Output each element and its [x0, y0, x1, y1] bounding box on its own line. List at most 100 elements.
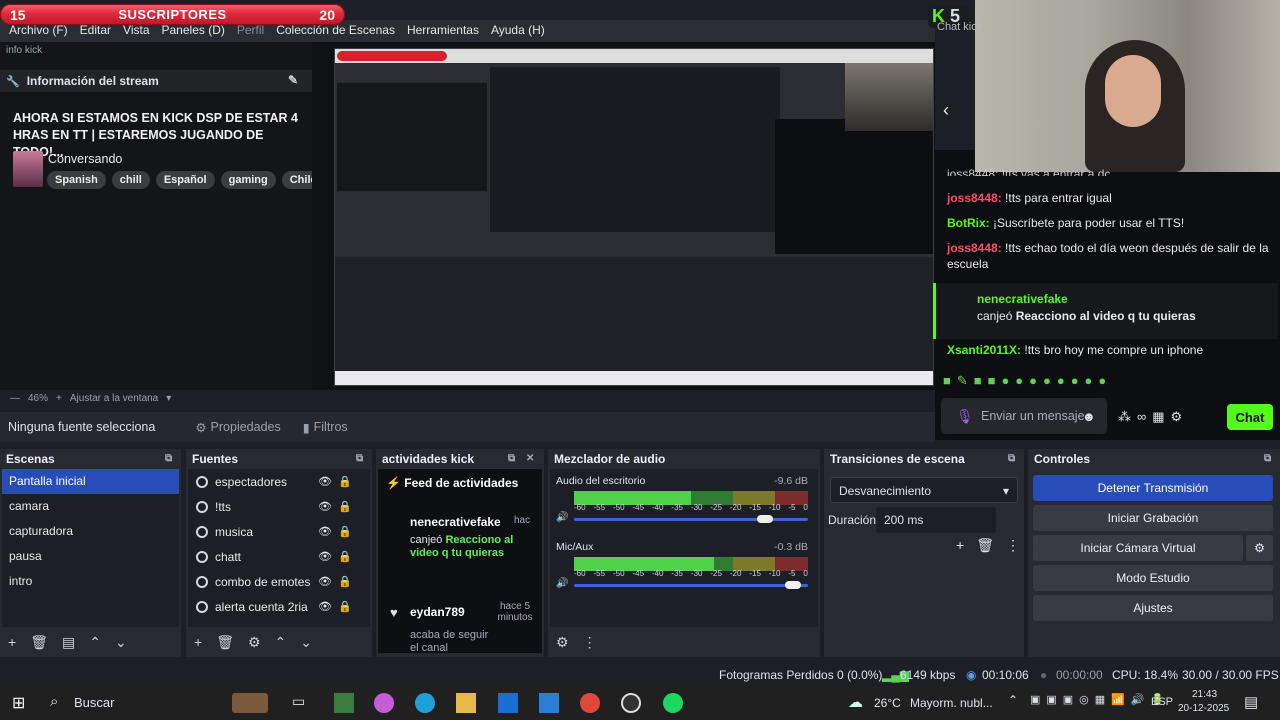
weather-temp[interactable]: 26°C	[874, 696, 901, 716]
speaker-icon[interactable]: 🔊	[556, 578, 568, 589]
lock-icon[interactable]: 🔒	[338, 500, 352, 513]
feed-action: canjeó	[410, 534, 446, 546]
gear-icon[interactable]: ⚙	[248, 634, 261, 651]
duration-label: Duración	[828, 513, 877, 527]
more-icon[interactable]: ⋮	[1006, 537, 1020, 554]
chat-send-button[interactable]: Chat	[1227, 404, 1273, 430]
start-virtual-camera-button[interactable]: Iniciar Cámara Virtual	[1033, 535, 1243, 561]
gear-icon[interactable]: ⚙	[556, 634, 569, 651]
float-icon[interactable]: ⧉	[165, 453, 172, 464]
chevron-down-icon[interactable]: ⌄	[115, 634, 127, 651]
scene-item[interactable]: camara	[2, 494, 179, 519]
eye-icon[interactable]: 👁	[318, 475, 332, 488]
source-item[interactable]: !tts 👁 🔒	[188, 494, 370, 519]
lock-icon[interactable]: 🔒	[338, 475, 352, 488]
more-icon[interactable]: ⋮	[583, 634, 597, 651]
source-item[interactable]: chatt 👁 🔒	[188, 544, 370, 569]
volume-slider[interactable]	[574, 581, 808, 589]
filters-button[interactable]: ▮ Filtros	[303, 420, 348, 435]
chevron-up-icon[interactable]: ⌃	[89, 634, 101, 651]
lock-icon[interactable]: 🔒	[338, 600, 352, 613]
outlook-icon[interactable]	[539, 693, 559, 713]
source-item[interactable]: alerta cuenta 2ria 👁 🔒	[188, 594, 370, 619]
app-icon[interactable]	[334, 693, 354, 713]
meter-tick: -5	[788, 569, 796, 578]
duration-input[interactable]: 200 ms	[876, 507, 996, 533]
slider-knob[interactable]	[784, 581, 801, 589]
add-icon[interactable]: +	[8, 634, 16, 650]
float-icon[interactable]: ⧉	[1264, 453, 1271, 464]
speaker-icon[interactable]: 🔊	[556, 512, 568, 523]
menu-herramientas[interactable]: Herramientas	[402, 20, 484, 42]
chevron-down-icon[interactable]: ⌄	[300, 634, 312, 651]
nested-screen-capture	[334, 48, 934, 386]
volume-slider[interactable]	[574, 515, 808, 523]
chevron-left-icon[interactable]: ‹	[943, 100, 949, 121]
stop-stream-button[interactable]: Detener Transmisión	[1033, 475, 1273, 501]
zoom-in-button[interactable]: +	[56, 393, 62, 404]
scene-item[interactable]: capturadora	[2, 519, 179, 544]
float-icon[interactable]: ⧉	[1008, 453, 1015, 464]
eye-icon[interactable]: 👁	[318, 550, 332, 563]
start-recording-button[interactable]: Iniciar Grabación	[1033, 505, 1273, 531]
weather-text[interactable]: Mayorm. nubl...	[910, 696, 993, 716]
scene-item[interactable]: Pantalla inicial	[2, 469, 179, 494]
search-icon[interactable]: ⌕	[50, 693, 58, 713]
edge-icon[interactable]	[415, 693, 435, 713]
source-item[interactable]: espectadores 👁 🔒	[188, 469, 370, 494]
trash-icon[interactable]: 🗑	[216, 634, 234, 651]
float-icon[interactable]: ⧉	[356, 453, 363, 464]
chrome-icon[interactable]	[580, 693, 600, 713]
zoom-fit-select[interactable]: Ajustar a la ventana	[70, 393, 158, 404]
pencil-icon[interactable]: ✎	[288, 73, 298, 87]
source-item[interactable]: musica 👁 🔒	[188, 519, 370, 544]
obs-icon[interactable]	[621, 693, 641, 713]
settings-button[interactable]: Ajustes	[1033, 595, 1273, 621]
transition-select[interactable]: Desvanecimiento ▾	[830, 477, 1018, 503]
close-icon[interactable]: ✕	[526, 453, 534, 464]
add-icon[interactable]: +	[194, 634, 202, 650]
lock-icon[interactable]: 🔒	[338, 550, 352, 563]
chevron-up-icon[interactable]: ⌃	[275, 634, 287, 651]
task-view-icon[interactable]: ▭	[292, 693, 305, 713]
stream-tags: Spanish chill Español gaming Chile	[47, 171, 325, 189]
mic-icon[interactable]: 🎙	[956, 408, 974, 425]
eye-icon[interactable]: 👁	[318, 525, 332, 538]
filter-icon[interactable]: ▤	[62, 634, 75, 651]
trash-icon[interactable]: 🗑	[976, 537, 994, 554]
emoji-icon[interactable]: ☻	[1082, 409, 1096, 424]
tray-chevron-icon[interactable]: ⌃	[1008, 693, 1018, 713]
copilot-icon[interactable]	[374, 693, 394, 713]
spotify-icon[interactable]	[663, 693, 683, 713]
tray-icons[interactable]: ▣▣▣◎▦📶🔊🔋	[1030, 693, 1170, 713]
notification-icon[interactable]: ▤	[1244, 693, 1258, 713]
studio-mode-button[interactable]: Modo Estudio	[1033, 565, 1273, 591]
scene-item[interactable]: intro	[2, 569, 179, 594]
folder-icon[interactable]	[456, 693, 476, 713]
eye-icon[interactable]: 👁	[318, 500, 332, 513]
windows-start-icon[interactable]: ⊞	[12, 693, 25, 713]
properties-button[interactable]: ⚙ Propiedades	[195, 420, 280, 435]
add-icon[interactable]: +	[956, 537, 964, 554]
trash-icon[interactable]: 🗑	[30, 634, 48, 651]
slider-knob[interactable]	[756, 515, 773, 523]
chat-tools-icons[interactable]: ⁂∞▦⚙	[1118, 409, 1188, 425]
zoom-out-button[interactable]: —	[10, 393, 20, 404]
menu-ayuda[interactable]: Ayuda (H)	[486, 20, 550, 42]
chat-text: !tts bro hoy me compre un iphone	[1021, 343, 1204, 357]
taskbar-search[interactable]: Buscar	[74, 695, 114, 715]
language[interactable]: ESP	[1151, 696, 1173, 716]
float-icon[interactable]: ⧉	[508, 453, 515, 464]
emote-bar[interactable]: ■✎■■●●●●●●●●	[943, 373, 1112, 389]
lock-icon[interactable]: 🔒	[338, 525, 352, 538]
chevron-down-icon[interactable]: ▾	[166, 393, 171, 404]
store-icon[interactable]	[498, 693, 518, 713]
eye-icon[interactable]: 👁	[318, 600, 332, 613]
meter-tick: -10	[768, 569, 781, 578]
scene-item[interactable]: pausa	[2, 544, 179, 569]
eye-icon[interactable]: 👁	[318, 575, 332, 588]
source-item[interactable]: combo de emotes 👁 🔒	[188, 569, 370, 594]
chat-user: Xsanti2011X:	[947, 343, 1022, 357]
virtual-camera-settings-button[interactable]: ⚙	[1246, 535, 1273, 561]
lock-icon[interactable]: 🔒	[338, 575, 352, 588]
